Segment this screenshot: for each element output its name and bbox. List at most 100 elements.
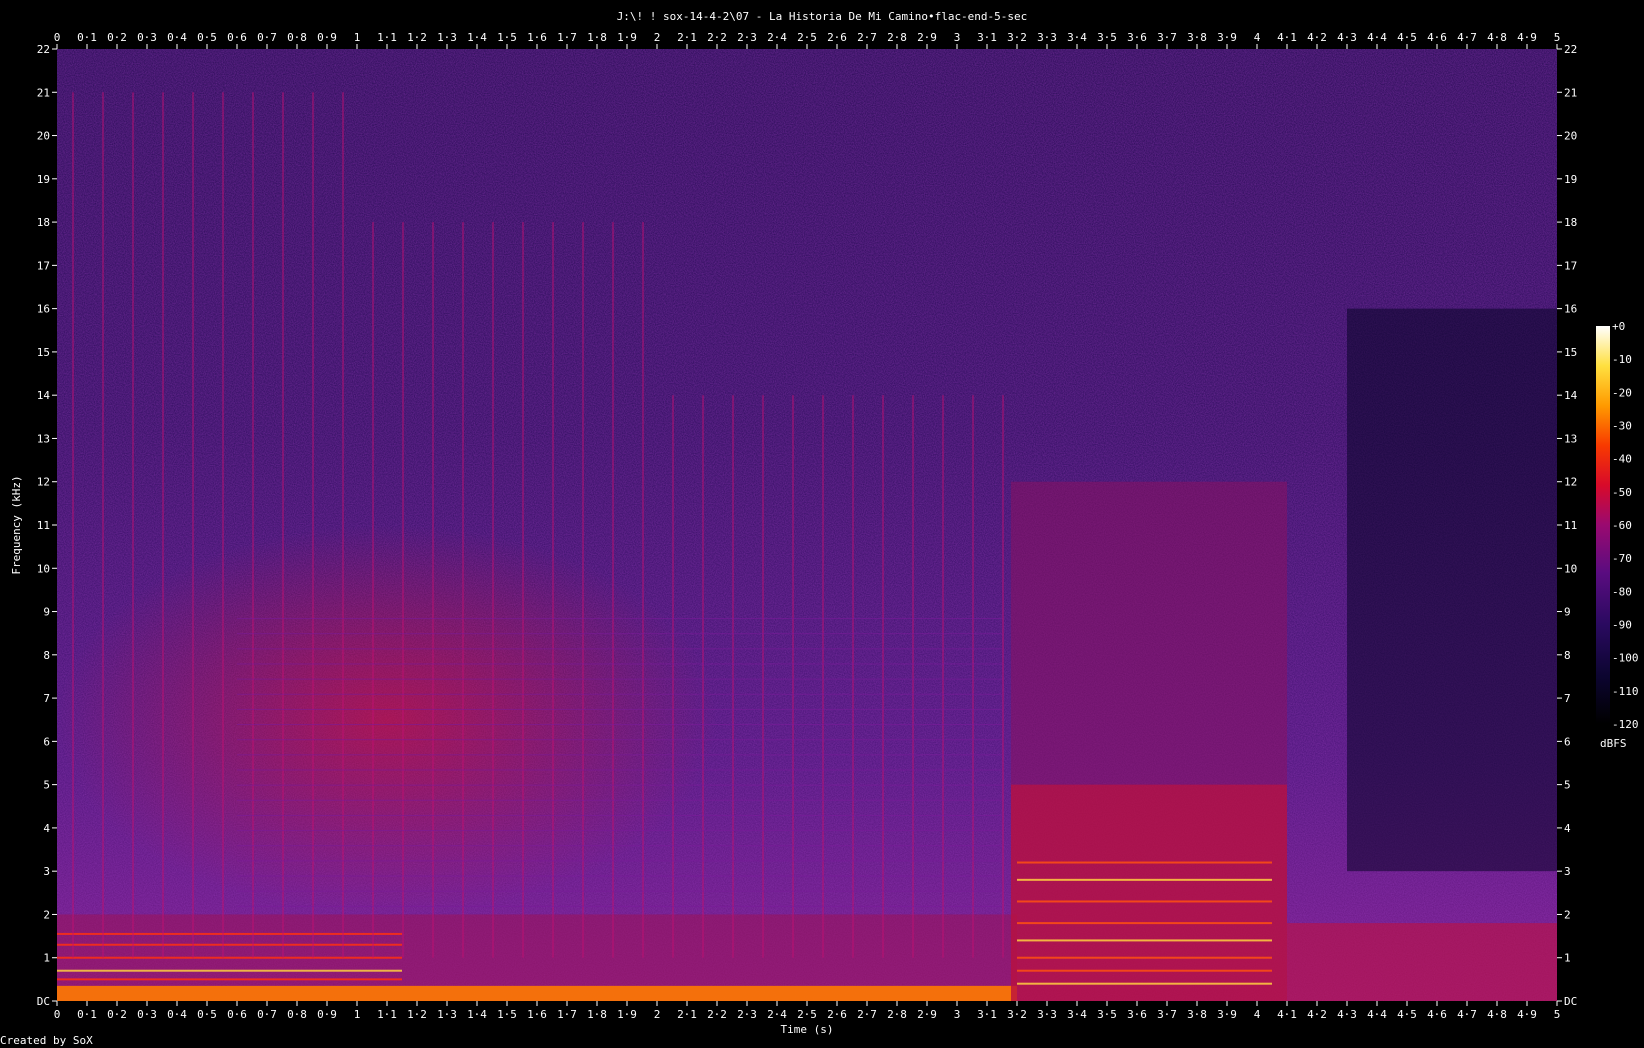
x-tick-label-top: 0 <box>54 31 61 44</box>
y-tick-label-left: 10 <box>37 562 50 575</box>
colorbar-ticks: +0 -10 -20 -30 -40 -50 -60 -70 -80 -90 -100 -110 -12… <box>1612 320 1639 731</box>
x-tick-label-bottom: 0·7 <box>257 1008 277 1021</box>
transient-streak <box>912 395 914 958</box>
x-tick-label-bottom: 3·6 <box>1127 1008 1147 1021</box>
transient-streak <box>372 222 374 958</box>
vocal-harmonic <box>1017 900 1272 903</box>
colorbar-tick-label: +0 <box>1612 320 1625 333</box>
harmonic-texture <box>237 708 1002 710</box>
transient-streak <box>492 222 494 958</box>
transient-streak <box>222 92 224 958</box>
transient-streak <box>102 92 104 958</box>
vocal-harmonic <box>1017 922 1272 925</box>
x-tick-label-bottom: 3·1 <box>977 1008 997 1021</box>
y-tick-label-left: 6 <box>43 735 50 748</box>
x-tick-label-bottom: 3·9 <box>1217 1008 1237 1021</box>
y-tick-label-right: 21 <box>1564 86 1577 99</box>
y-tick-label-right: 12 <box>1564 476 1577 489</box>
transient-streak <box>972 395 974 958</box>
harmonic-texture <box>237 905 1002 907</box>
transient-streak <box>582 222 584 958</box>
y-tick-label-left: 22 <box>37 43 50 56</box>
harmonic-texture <box>237 769 1002 771</box>
y-tick-label-right: 22 <box>1564 43 1577 56</box>
harmonic-texture <box>237 663 1002 665</box>
harmonic-texture <box>237 754 1002 756</box>
y-tick-label-right: 14 <box>1564 389 1578 402</box>
transient-streak <box>762 395 764 958</box>
x-tick-label-top: 3·2 <box>1007 31 1027 44</box>
vocal-harmonic <box>1017 861 1272 864</box>
x-tick-label-top: 1·7 <box>557 31 577 44</box>
x-tick-label-top: 4 <box>1254 31 1261 44</box>
y-tick-label-right: 10 <box>1564 562 1577 575</box>
transient-streak <box>252 92 254 958</box>
y-axis-label: Frequency (kHz) <box>10 475 23 574</box>
colorbar-tick-label: -70 <box>1612 552 1632 565</box>
y-tick-label-right: 2 <box>1564 908 1571 921</box>
x-tick-label-bottom: 2·8 <box>887 1008 907 1021</box>
transient-streak <box>552 222 554 958</box>
transient-streak <box>792 395 794 958</box>
x-tick-label-bottom: 0·3 <box>137 1008 157 1021</box>
harmonic-texture <box>237 845 1002 847</box>
x-tick-label-top: 1·5 <box>497 31 517 44</box>
x-tick-label-bottom: 2 <box>654 1008 661 1021</box>
x-tick-label-bottom: 2·6 <box>827 1008 847 1021</box>
y-tick-label-right: 3 <box>1564 865 1571 878</box>
x-tick-label-top: 0·7 <box>257 31 277 44</box>
transient-streak <box>522 222 524 958</box>
y-tick-label-left: 4 <box>43 822 50 835</box>
x-tick-label-bottom: 1·3 <box>437 1008 457 1021</box>
chart-title: J:\! ! sox-14-4-2\07 - La Historia De Mi… <box>617 10 1028 23</box>
harmonic-texture <box>237 739 1002 741</box>
x-tick-label-top: 2·9 <box>917 31 937 44</box>
transient-streak <box>642 222 644 958</box>
x-tick-label-bottom: 2·7 <box>857 1008 877 1021</box>
colorbar-tick-label: -30 <box>1612 420 1632 433</box>
transient-streak <box>312 92 314 958</box>
harmonic-line <box>57 932 402 935</box>
x-tick-label-bottom: 1·7 <box>557 1008 577 1021</box>
y-tick-label-left: DC <box>37 995 50 1008</box>
x-tick-label-bottom: 3·8 <box>1187 1008 1207 1021</box>
y-tick-label-right: 6 <box>1564 735 1571 748</box>
colorbar-tick-label: -100 <box>1612 652 1639 665</box>
transient-streak <box>852 395 854 958</box>
y-tick-label-left: 8 <box>43 649 50 662</box>
x-tick-label-bottom: 1·2 <box>407 1008 427 1021</box>
transient-streak <box>132 92 134 958</box>
y-tick-label-right: 18 <box>1564 216 1577 229</box>
x-tick-label-bottom: 3·5 <box>1097 1008 1117 1021</box>
x-tick-label-bottom: 4·1 <box>1277 1008 1297 1021</box>
transient-streak <box>432 222 434 958</box>
footer-credit: Created by SoX <box>0 1034 93 1047</box>
x-tick-label-bottom: 2·4 <box>767 1008 787 1021</box>
x-tick-label-bottom: 3·2 <box>1007 1008 1027 1021</box>
colorbar-tick-label: -80 <box>1612 585 1632 598</box>
colorbar-tick-label: -90 <box>1612 619 1632 632</box>
y-tick-label-left: 9 <box>43 606 50 619</box>
y-tick-label-left: 5 <box>43 779 50 792</box>
harmonic-texture <box>237 814 1002 816</box>
vocal-harmonic <box>1017 982 1272 985</box>
y-tick-label-left: 20 <box>37 130 50 143</box>
y-tick-label-left: 17 <box>37 259 50 272</box>
x-tick-label-top: 2·1 <box>677 31 697 44</box>
colorbar: +0 -10 -20 -30 -40 -50 -60 -70 -80 -90 -100 -110 -12… <box>1596 320 1639 750</box>
y-tick-label-left: 12 <box>37 476 50 489</box>
x-tick-label-top: 1·4 <box>467 31 487 44</box>
x-tick-label-bottom: 0·4 <box>167 1008 187 1021</box>
x-tick-label-top: 1·3 <box>437 31 457 44</box>
x-tick-label-bottom: 4·5 <box>1397 1008 1417 1021</box>
y-tick-label-right: 4 <box>1564 822 1571 835</box>
x-tick-label-top: 5 <box>1554 31 1561 44</box>
x-tick-label-top: 3·9 <box>1217 31 1237 44</box>
x-tick-label-top: 1·8 <box>587 31 607 44</box>
transient-streak <box>72 92 74 958</box>
x-tick-label-top: 2·6 <box>827 31 847 44</box>
y-tick-label-left: 18 <box>37 216 50 229</box>
x-tick-label-top: 4·1 <box>1277 31 1297 44</box>
x-tick-label-bottom: 4·2 <box>1307 1008 1327 1021</box>
y-tick-label-right: 17 <box>1564 259 1577 272</box>
